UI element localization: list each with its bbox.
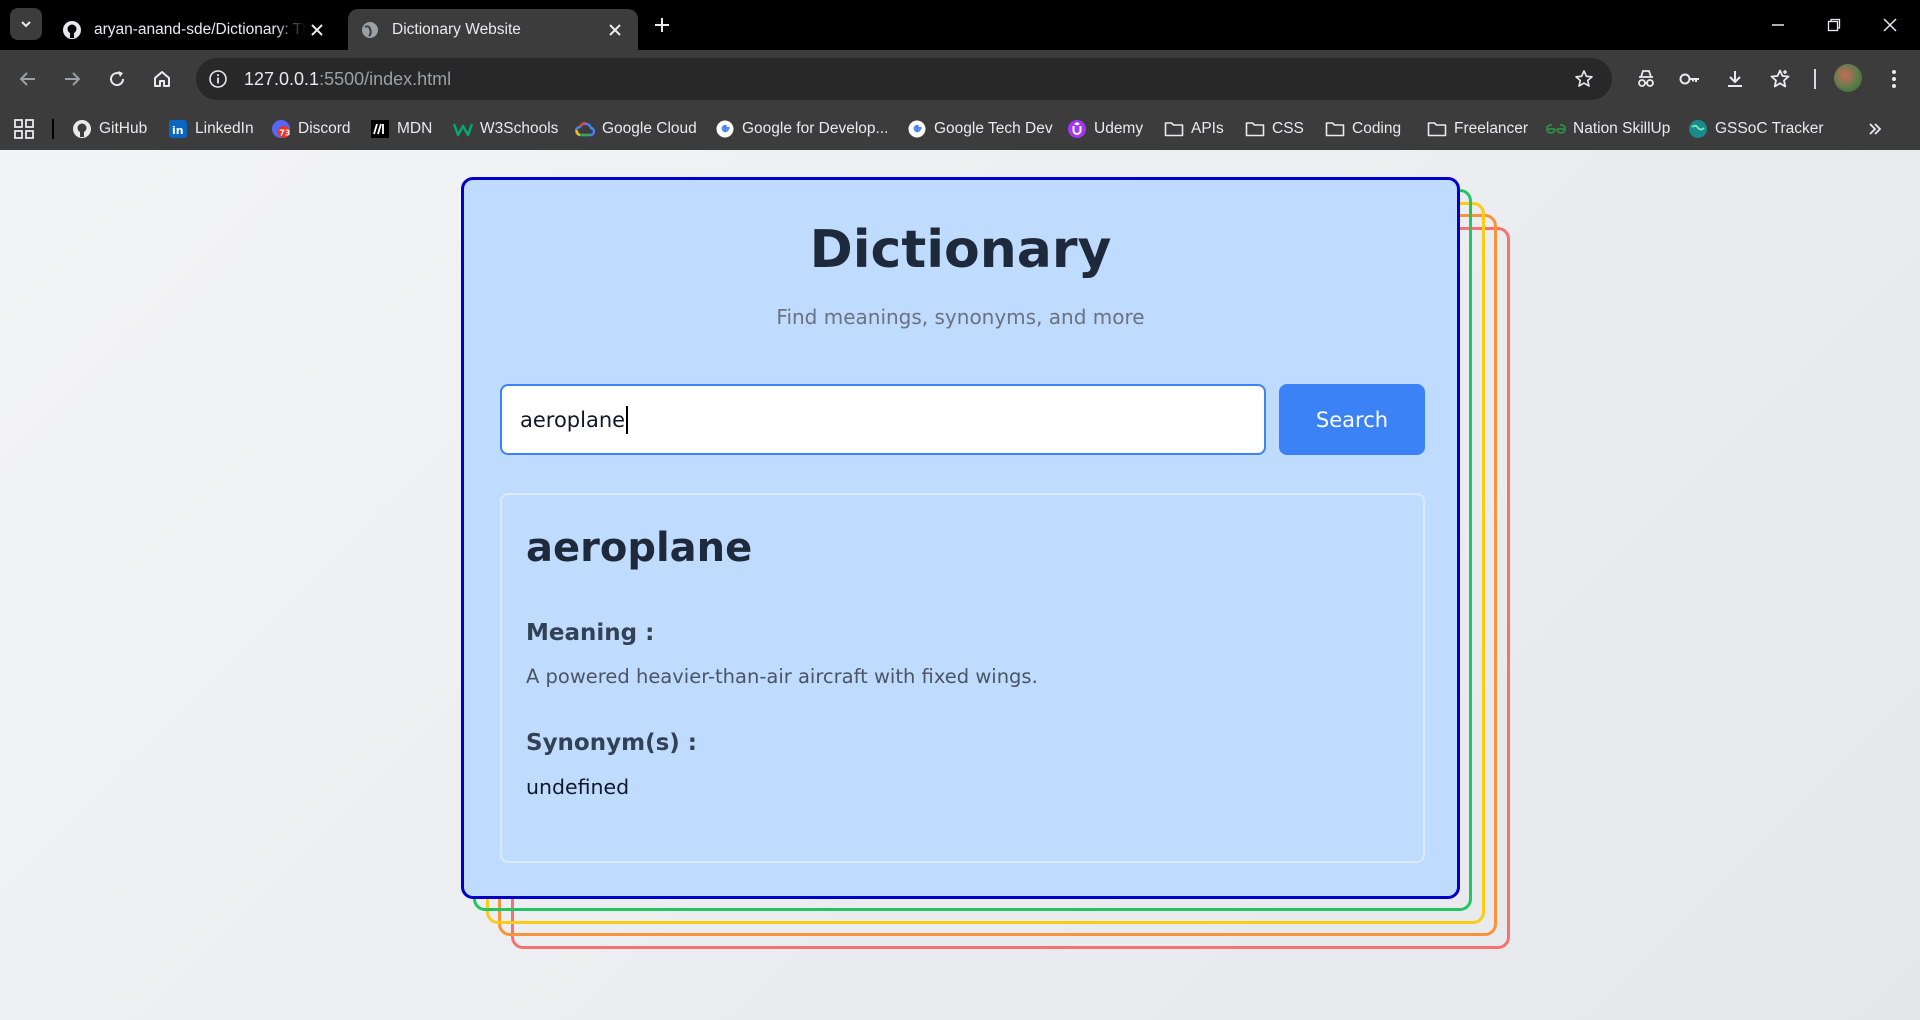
google-cloud-icon: [575, 119, 595, 139]
password-key-icon[interactable]: [1674, 63, 1706, 95]
tab-github-repo[interactable]: aryan-anand-sde/Dictionary: Th: [50, 9, 340, 50]
bookmark-w3schools[interactable]: W3Schools: [453, 116, 558, 142]
geeksforgeeks-icon: [1546, 119, 1566, 139]
text-caret: [626, 405, 629, 434]
arrow-right-icon: [65, 72, 81, 86]
bookmark-linkedin[interactable]: in LinkedIn: [168, 116, 254, 142]
minimize-button[interactable]: [1750, 0, 1806, 50]
bookmark-folder-freelancer[interactable]: Freelancer: [1427, 116, 1528, 142]
search-input[interactable]: aeroplane: [500, 384, 1266, 455]
tab-dictionary-website[interactable]: Dictionary Website: [348, 9, 638, 50]
page-subtitle: Find meanings, synonyms, and more: [776, 305, 1145, 329]
incognito-extension-icon[interactable]: [1630, 63, 1662, 95]
tab-title: Dictionary Website: [392, 20, 521, 38]
folder-icon: [1164, 119, 1184, 139]
home-icon: [154, 71, 170, 87]
reload-icon: [110, 71, 125, 87]
bookmark-udemy[interactable]: Udemy: [1067, 116, 1143, 142]
address-bar[interactable]: 127.0.0.1:5500/index.html: [196, 58, 1612, 100]
synonyms-label: Synonym(s) :: [526, 730, 697, 756]
plus-icon: [655, 18, 669, 32]
chevron-down-icon: [21, 21, 31, 28]
synonyms-text: undefined: [526, 775, 630, 799]
bookmark-gssoc-tracker[interactable]: GSSoC Tracker: [1688, 116, 1824, 142]
bookmarks-bar: GitHub in LinkedIn 73 Discord MDN W3Scho…: [0, 108, 1920, 150]
search-input-value: aeroplane: [520, 407, 626, 432]
page-title: Dictionary: [809, 220, 1112, 280]
bookmark-google-cloud[interactable]: Google Cloud: [575, 116, 697, 142]
mdn-icon: [370, 119, 390, 139]
github-icon: [72, 119, 92, 139]
close-icon[interactable]: [306, 19, 328, 41]
tab-search-button[interactable]: [10, 8, 42, 40]
site-info-icon[interactable]: [204, 65, 232, 93]
bookmark-nation-skillup[interactable]: Nation SkillUp: [1546, 116, 1670, 142]
page-viewport: Dictionary Find meanings, synonyms, and …: [0, 150, 1920, 1020]
udemy-icon: [1067, 119, 1087, 139]
toolbar-divider: [1814, 69, 1816, 89]
minimize-icon: [1772, 24, 1784, 26]
bookmark-discord[interactable]: 73 Discord: [271, 116, 351, 142]
bookmark-folder-apis[interactable]: APIs: [1164, 116, 1224, 142]
reload-button[interactable]: [101, 63, 133, 95]
dictionary-card: Dictionary Find meanings, synonyms, and …: [461, 177, 1460, 899]
browser-toolbar: 127.0.0.1:5500/index.html: [0, 50, 1920, 108]
tab-strip: aryan-anand-sde/Dictionary: Th Dictionar…: [0, 0, 1920, 50]
bookmark-google-developers[interactable]: Google for Develop...: [715, 116, 888, 142]
arrow-left-icon: [19, 72, 35, 86]
home-button[interactable]: [146, 63, 178, 95]
forward-button[interactable]: [56, 63, 88, 95]
w3schools-icon: [453, 119, 473, 139]
folder-icon: [1427, 119, 1447, 139]
favorites-icon[interactable]: [1764, 63, 1796, 95]
svg-text:73: 73: [279, 129, 290, 138]
globe-icon: [360, 20, 380, 40]
linkedin-icon: in: [168, 119, 188, 139]
search-button[interactable]: Search: [1279, 384, 1425, 455]
svg-text:in: in: [172, 124, 184, 137]
new-tab-button[interactable]: [648, 11, 676, 39]
bookmark-mdn[interactable]: MDN: [370, 116, 432, 142]
bookmark-google-tech-dev[interactable]: Google Tech Dev: [907, 116, 1053, 142]
bookmarks-divider: [52, 119, 54, 139]
globe-icon: [1688, 119, 1708, 139]
window-close-button[interactable]: [1862, 0, 1918, 50]
back-button[interactable]: [12, 63, 44, 95]
restore-button[interactable]: [1806, 0, 1862, 50]
folder-icon: [1245, 119, 1265, 139]
tab-title: aryan-anand-sde/Dictionary: Th: [94, 20, 306, 38]
avatar[interactable]: [1834, 64, 1862, 92]
more-options-icon[interactable]: [1878, 63, 1910, 95]
chevron-double-right-icon[interactable]: [1862, 116, 1888, 142]
folder-icon: [1325, 119, 1345, 139]
close-icon[interactable]: [604, 19, 626, 41]
bookmark-folder-css[interactable]: CSS: [1245, 116, 1304, 142]
apps-grid-icon[interactable]: [12, 117, 36, 141]
close-icon: [1883, 18, 1897, 32]
bookmark-github[interactable]: GitHub: [72, 116, 147, 142]
google-icon: [715, 119, 735, 139]
meaning-text: A powered heavier-than-air aircraft with…: [526, 665, 1038, 688]
download-icon[interactable]: [1719, 63, 1751, 95]
restore-icon: [1827, 18, 1841, 32]
result-panel: aeroplane Meaning : A powered heavier-th…: [500, 493, 1425, 863]
result-word: aeroplane: [526, 525, 753, 571]
bookmark-star-icon[interactable]: [1570, 65, 1598, 93]
discord-icon: 73: [271, 119, 291, 139]
google-icon: [907, 119, 927, 139]
bookmark-folder-coding[interactable]: Coding: [1325, 116, 1401, 142]
url-text: 127.0.0.1:5500/index.html: [244, 68, 452, 89]
meaning-label: Meaning :: [526, 620, 655, 646]
github-icon: [62, 20, 82, 40]
